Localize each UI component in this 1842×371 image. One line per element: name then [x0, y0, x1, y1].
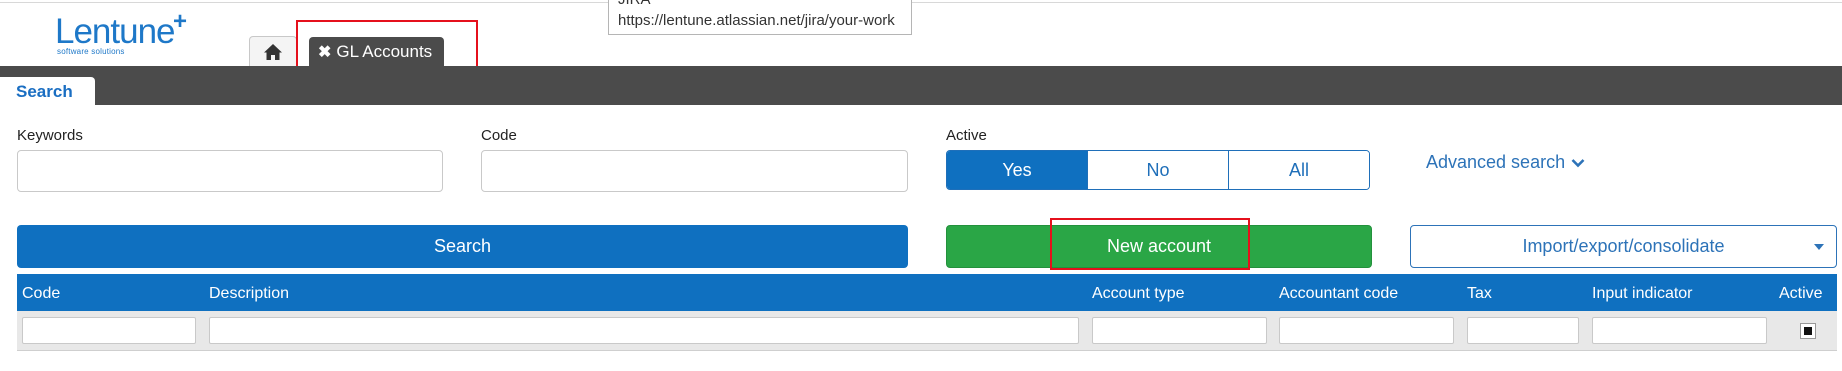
advanced-search-label: Advanced search: [1426, 152, 1566, 172]
table-filter-row: [17, 311, 1837, 351]
logo-plus: +: [173, 8, 188, 35]
advanced-search-link[interactable]: Advanced search: [1426, 152, 1585, 173]
search-button-label: Search: [433, 236, 492, 256]
table-header: Code Description Account type Accountant…: [17, 274, 1837, 311]
filter-description-input[interactable]: [209, 317, 1079, 344]
column-header-description[interactable]: Description: [209, 285, 289, 303]
top-divider: [0, 2, 1842, 3]
chevron-down-icon: [1571, 158, 1585, 167]
active-no-button[interactable]: No: [1087, 151, 1228, 189]
code-input[interactable]: [481, 150, 908, 192]
filter-accountant-code-input[interactable]: [1279, 317, 1454, 344]
keywords-input[interactable]: [17, 150, 443, 192]
filter-code-input[interactable]: [22, 317, 196, 344]
active-all-button[interactable]: All: [1228, 151, 1369, 189]
column-header-code[interactable]: Code: [22, 285, 60, 303]
home-icon: [264, 43, 282, 60]
import-export-label: Import/export/consolidate: [1522, 236, 1725, 256]
tooltip-title: JIRA: [618, 0, 651, 8]
caret-down-icon: [1814, 244, 1824, 250]
import-export-dropdown[interactable]: Import/export/consolidate: [1410, 225, 1837, 268]
filter-account-type-input[interactable]: [1092, 317, 1267, 344]
active-toggle-group: Yes No All: [946, 150, 1370, 190]
column-header-tax[interactable]: Tax: [1467, 285, 1492, 303]
column-header-accountant-code[interactable]: Accountant code: [1279, 285, 1398, 303]
checkbox-indeterminate-mark: [1804, 327, 1812, 335]
column-header-active[interactable]: Active: [1779, 285, 1823, 303]
filter-active-checkbox[interactable]: [1800, 323, 1816, 339]
logo-wordmark: Lentune: [55, 12, 176, 51]
link-tooltip: JIRA https://lentune.atlassian.net/jira/…: [608, 0, 912, 35]
highlight-box-new-account: [1050, 218, 1250, 270]
search-button[interactable]: Search: [17, 225, 908, 268]
tab-search-label: Search: [16, 81, 73, 101]
code-label: Code: [481, 127, 517, 144]
tab-search[interactable]: Search: [0, 77, 95, 106]
tab-strip-bar: [0, 66, 1842, 105]
keywords-label: Keywords: [17, 127, 83, 144]
column-header-input-indicator[interactable]: Input indicator: [1592, 285, 1693, 303]
tooltip-url: https://lentune.atlassian.net/jira/your-…: [618, 12, 895, 29]
column-header-account-type[interactable]: Account type: [1092, 285, 1185, 303]
active-yes-button[interactable]: Yes: [947, 151, 1087, 189]
logo-tagline: software solutions: [57, 47, 125, 56]
tab-home[interactable]: [249, 36, 297, 66]
filter-input-indicator-input[interactable]: [1592, 317, 1767, 344]
filter-tax-input[interactable]: [1467, 317, 1579, 344]
lentune-logo[interactable]: Lentune + software solutions: [55, 8, 205, 58]
active-label: Active: [946, 127, 987, 144]
